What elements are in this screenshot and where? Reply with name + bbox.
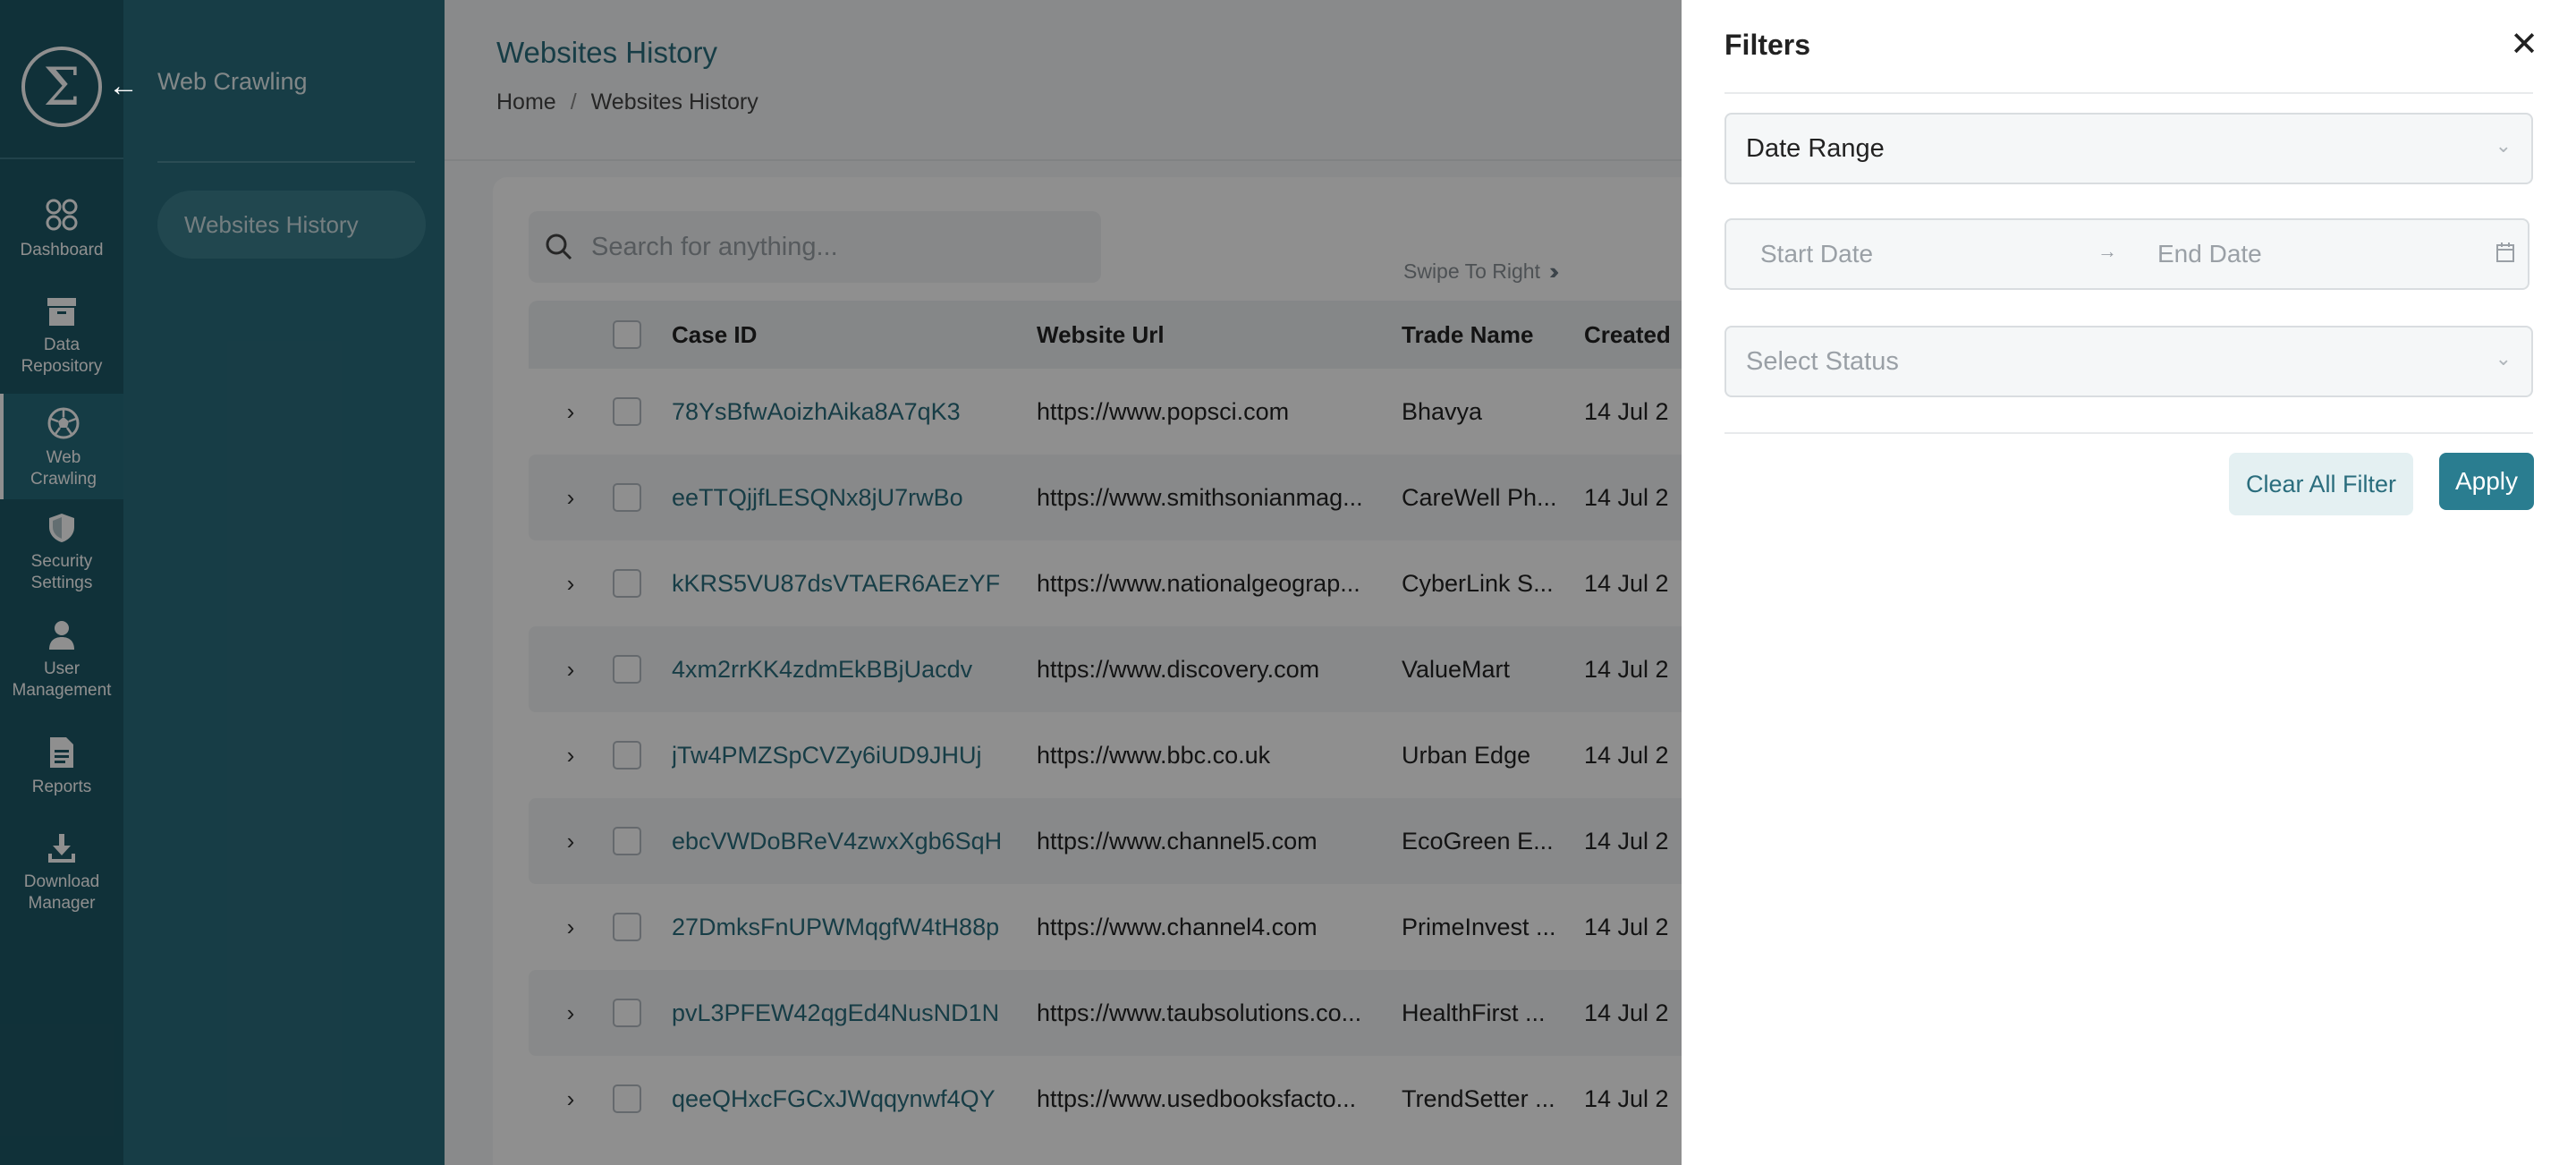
- date-range-select[interactable]: Date Range ⌄: [1724, 113, 2533, 184]
- end-date-input[interactable]: End Date: [2157, 240, 2262, 268]
- chevron-down-icon: ⌄: [2495, 347, 2512, 370]
- clear-all-filter-button[interactable]: Clear All Filter: [2229, 453, 2413, 515]
- status-select-placeholder: Select Status: [1746, 346, 1899, 376]
- start-date-input[interactable]: Start Date: [1760, 240, 1873, 268]
- drawer-divider-bottom: [1724, 432, 2533, 434]
- close-icon[interactable]: ✕: [2504, 25, 2544, 64]
- filters-drawer: Filters ✕ Date Range ⌄ Start Date → End …: [1682, 0, 2576, 1165]
- back-arrow-icon[interactable]: ←: [106, 68, 141, 104]
- apply-button[interactable]: Apply: [2439, 453, 2534, 510]
- date-range-picker[interactable]: Start Date → End Date: [1724, 218, 2529, 290]
- filters-title: Filters: [1724, 29, 1811, 61]
- calendar-icon: [2496, 242, 2514, 262]
- status-select[interactable]: Select Status ⌄: [1724, 326, 2533, 397]
- date-range-select-value: Date Range: [1746, 133, 1885, 163]
- modal-backdrop[interactable]: [0, 0, 1682, 1165]
- range-arrow-icon: →: [2097, 240, 2117, 262]
- drawer-divider-top: [1724, 92, 2533, 94]
- chevron-down-icon: ⌄: [2495, 134, 2512, 157]
